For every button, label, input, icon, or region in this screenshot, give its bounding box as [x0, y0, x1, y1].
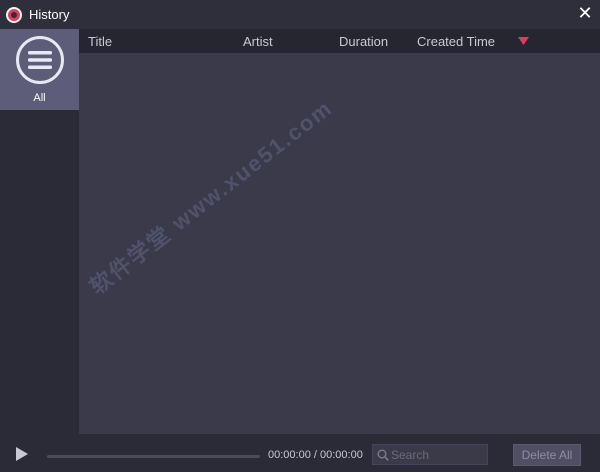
play-icon[interactable] — [16, 447, 28, 461]
sidebar-item-all[interactable]: All — [0, 29, 79, 110]
title-bar: History ✕ — [0, 0, 600, 29]
table-header: Title Artist Duration Created Time — [79, 29, 600, 53]
close-button[interactable]: ✕ — [576, 4, 594, 22]
sidebar-item-label: All — [33, 92, 46, 104]
app-logo-icon — [6, 6, 22, 23]
column-header-artist[interactable]: Artist — [243, 34, 273, 49]
list-icon — [15, 36, 64, 84]
column-header-title[interactable]: Title — [88, 34, 112, 49]
progress-bar[interactable] — [47, 455, 260, 458]
column-header-created-time[interactable]: Created Time — [417, 34, 495, 49]
search-input[interactable] — [389, 447, 481, 462]
sidebar: All — [0, 29, 79, 434]
window-title: History — [29, 7, 70, 22]
sort-desc-icon[interactable] — [518, 37, 529, 45]
column-header-duration[interactable]: Duration — [339, 34, 388, 49]
delete-all-button[interactable]: Delete All — [513, 444, 581, 466]
search-icon — [377, 449, 389, 461]
search-box[interactable] — [372, 444, 488, 465]
time-display: 00:00:00 / 00:00:00 — [268, 449, 363, 461]
